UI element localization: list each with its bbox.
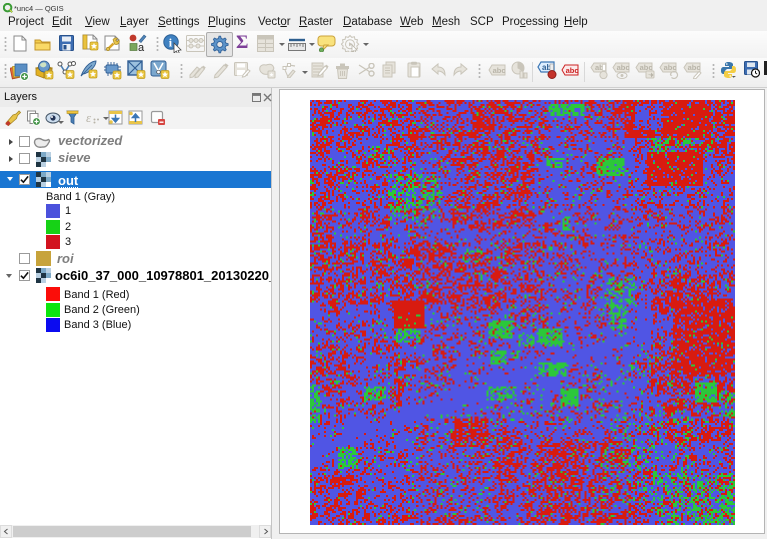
svg-text:abc: abc xyxy=(617,63,630,72)
svg-text:a: a xyxy=(138,42,145,52)
svg-text:abc: abc xyxy=(664,63,677,72)
svg-text:abc: abc xyxy=(493,66,506,75)
svg-text:abc: abc xyxy=(688,63,701,72)
svg-text:abc: abc xyxy=(566,66,579,75)
